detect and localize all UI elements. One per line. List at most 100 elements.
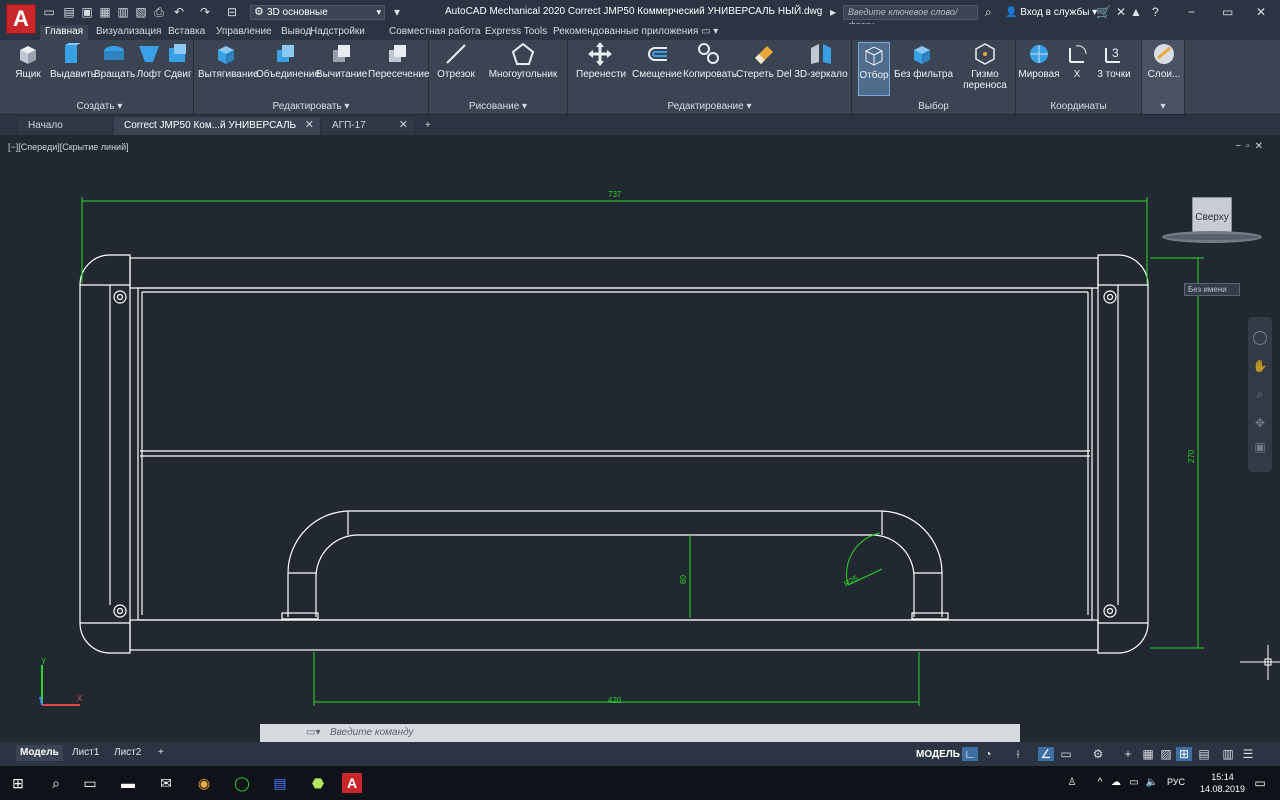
task-view-icon[interactable]: ▭ bbox=[80, 773, 100, 793]
undo-icon[interactable]: ↶ bbox=[172, 5, 186, 19]
subtract-button[interactable]: Вычитание bbox=[316, 42, 367, 80]
steering-wheel-icon[interactable] bbox=[1253, 331, 1267, 345]
hardware-accel-icon[interactable]: ▨ bbox=[1158, 747, 1174, 761]
zoom-icon[interactable]: ⌕ bbox=[1248, 387, 1272, 402]
layout-tab-model[interactable]: Модель bbox=[16, 745, 63, 761]
redo-icon[interactable]: ↷ bbox=[198, 5, 212, 19]
lineweight-icon[interactable]: ∠ bbox=[1038, 747, 1054, 761]
workspace-select[interactable]: ⚙ 3D основные ▾ bbox=[250, 5, 385, 20]
layout-tab-sheet2[interactable]: Лист2 bbox=[110, 745, 145, 761]
sign-in-button[interactable]: 👤 Вход в службы ▾ bbox=[1005, 7, 1097, 18]
tab-manage[interactable]: Управление bbox=[211, 25, 277, 40]
clean-screen-icon[interactable]: ▤ bbox=[1196, 747, 1212, 761]
line-button[interactable]: Отрезок bbox=[435, 42, 477, 80]
no-filter-button[interactable]: Без фильтра bbox=[894, 42, 953, 80]
layout-tab-sheet1[interactable]: Лист1 bbox=[68, 745, 103, 761]
add-layout-button[interactable]: + bbox=[154, 745, 168, 761]
language-indicator[interactable]: РУС bbox=[1167, 777, 1185, 787]
world-ucs-button[interactable]: Мировая bbox=[1018, 42, 1060, 80]
polar-icon[interactable]: ◔ bbox=[980, 747, 996, 761]
selection-cycling-icon[interactable]: ▭ bbox=[1058, 747, 1074, 761]
tab-addins[interactable]: Надстройки bbox=[305, 25, 370, 40]
minimize-icon[interactable]: − bbox=[1188, 5, 1195, 19]
model-space-toggle[interactable]: МОДЕЛЬ bbox=[916, 749, 960, 760]
help-icon[interactable]: ? bbox=[1152, 5, 1159, 19]
ucs-x-button[interactable]: X bbox=[1066, 42, 1088, 80]
layers-expand-icon[interactable]: ▾ bbox=[1142, 101, 1184, 112]
viewcube-compass[interactable] bbox=[1162, 231, 1262, 243]
panel-draw-title[interactable]: Рисование ▾ bbox=[429, 101, 567, 112]
app-icon[interactable]: ⬣ bbox=[308, 773, 328, 793]
intersect-button[interactable]: Пересечение bbox=[368, 42, 430, 80]
mirror3d-button[interactable]: 3D-зеркало bbox=[794, 42, 848, 80]
isolate-icon[interactable]: ▦ bbox=[1140, 747, 1156, 761]
cart-icon[interactable]: 🛒 bbox=[1096, 5, 1111, 19]
search-input[interactable]: Введите ключевое слово/фразу bbox=[843, 5, 978, 30]
cloud-icon[interactable]: ☁ bbox=[1106, 773, 1126, 793]
share-icon[interactable]: ⊟ bbox=[225, 5, 239, 19]
doc-tab-agp17[interactable]: АГП-17 ✕ bbox=[322, 117, 414, 135]
erase-button[interactable]: Стереть Del bbox=[736, 42, 792, 80]
exchange-icon[interactable]: ✕ bbox=[1116, 5, 1126, 19]
people-icon[interactable]: ♙ bbox=[1062, 773, 1082, 793]
maximize-icon[interactable]: ▭ bbox=[1222, 5, 1233, 19]
doc-tab-start[interactable]: Начало bbox=[18, 117, 112, 135]
move-button[interactable]: Перенести bbox=[576, 42, 626, 80]
sweep-button[interactable]: Сдвиг bbox=[164, 42, 192, 80]
command-input[interactable]: ▭▾ Введите команду bbox=[260, 724, 1020, 743]
save-as-icon[interactable]: ▦ bbox=[98, 5, 112, 19]
ribbon-toggle-icon[interactable]: ▭ ▾ bbox=[696, 25, 723, 40]
tab-featured-apps[interactable]: Рекомендованные приложения bbox=[548, 25, 703, 40]
layers-button[interactable]: Слои... bbox=[1146, 42, 1182, 80]
culling-button[interactable]: Отбор bbox=[858, 42, 890, 96]
clock[interactable]: 15:14 14.08.2019 bbox=[1200, 771, 1245, 795]
ortho-icon[interactable]: ∟ bbox=[962, 747, 978, 761]
named-view-select[interactable]: Без имени bbox=[1184, 283, 1240, 296]
doc-tab-current[interactable]: Correct JMP50 Ком...й УНИВЕРСАЛЬ НЫЙ*✕ bbox=[114, 117, 320, 148]
new-tab-button[interactable]: + bbox=[420, 117, 440, 135]
command-history-icon[interactable]: ▭▾ bbox=[306, 724, 320, 742]
autocad-taskbar-icon[interactable]: A bbox=[342, 773, 362, 793]
open-file-icon[interactable]: ▤ bbox=[62, 5, 76, 19]
tab-express-tools[interactable]: Express Tools bbox=[480, 25, 552, 40]
search-icon[interactable]: ⌕ bbox=[985, 5, 992, 20]
tab-collaborate[interactable]: Совместная работа bbox=[384, 25, 486, 40]
windows-start-icon[interactable]: ⊞ bbox=[8, 773, 28, 793]
union-button[interactable]: Объединение bbox=[256, 42, 320, 80]
web-mobile-icon[interactable]: ▥ bbox=[116, 5, 130, 19]
annotation-scale-icon[interactable]: ⊞ bbox=[1176, 747, 1192, 761]
open-web-icon[interactable]: ▧ bbox=[134, 5, 148, 19]
panel-create-title[interactable]: Создать ▾ bbox=[6, 101, 193, 112]
save-icon[interactable]: ▣ bbox=[80, 5, 94, 19]
document-icon[interactable]: ▤ bbox=[270, 773, 290, 793]
search-icon[interactable]: ⌕ bbox=[46, 773, 66, 793]
osnap-tracking-icon[interactable]: ⟊ bbox=[1010, 747, 1026, 761]
move-gizmo-button[interactable]: Гизмо переноса bbox=[960, 42, 1010, 91]
whatsapp-icon[interactable]: ◯ bbox=[232, 773, 252, 793]
presspull-button[interactable]: Вытягивание bbox=[198, 42, 259, 80]
tab-insert[interactable]: Вставка bbox=[163, 25, 210, 40]
tab-visualization[interactable]: Визуализация bbox=[91, 25, 166, 40]
close-icon[interactable]: ✕ bbox=[1256, 5, 1266, 19]
application-menu-button[interactable]: A bbox=[6, 4, 36, 34]
loft-button[interactable]: Лофт bbox=[136, 42, 162, 80]
panel-modify-title[interactable]: Редактирование ▾ bbox=[568, 101, 851, 112]
explorer-icon[interactable]: ▬ bbox=[118, 773, 138, 793]
offset-button[interactable]: Смещение bbox=[632, 42, 682, 80]
navigation-bar[interactable]: ✋ ⌕ ✥ ▣ bbox=[1248, 317, 1272, 472]
binoculars-icon[interactable]: ▸ bbox=[830, 5, 836, 19]
quick-access-more-icon[interactable]: ▾ bbox=[390, 5, 404, 19]
lock-icon[interactable]: ▥ bbox=[1220, 747, 1236, 761]
extrude-button[interactable]: Выдавить bbox=[50, 42, 96, 80]
volume-icon[interactable]: 🔈 bbox=[1142, 773, 1162, 793]
copy-button[interactable]: Копировать bbox=[683, 42, 737, 80]
new-file-icon[interactable]: ▭ bbox=[42, 5, 56, 19]
mail-icon[interactable]: ✉ bbox=[156, 773, 176, 793]
network-icon[interactable]: ▭ bbox=[1124, 773, 1144, 793]
customize-icon[interactable]: ☰ bbox=[1240, 747, 1256, 761]
ucs-3point-button[interactable]: 3 3 точки bbox=[1096, 42, 1132, 80]
tab-home[interactable]: Главная bbox=[40, 25, 89, 40]
plus-icon[interactable]: + bbox=[1120, 747, 1136, 761]
notifications-icon[interactable]: ▭ bbox=[1250, 773, 1270, 793]
close-tab-icon[interactable]: ✕ bbox=[305, 117, 314, 134]
